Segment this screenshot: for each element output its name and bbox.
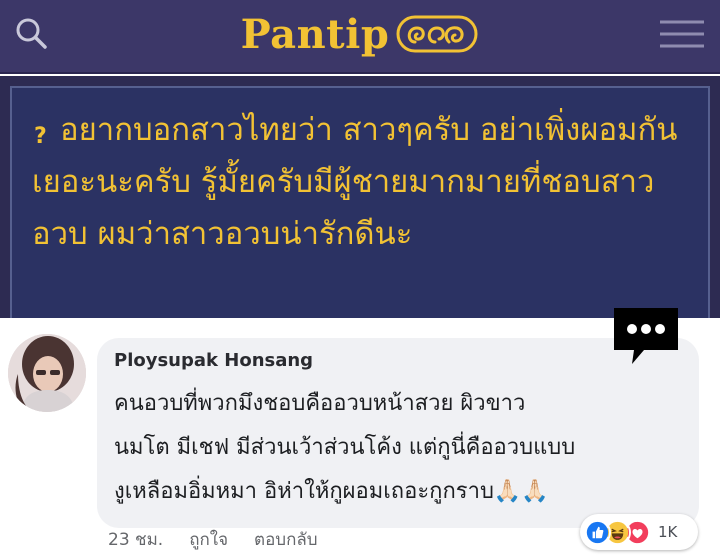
comment-author[interactable]: Ploysupak Honsang (114, 350, 313, 371)
like-reaction-icon (584, 518, 611, 546)
pantip-emblem-icon (396, 15, 478, 53)
comment-timestamp[interactable]: 23 ชม. (108, 526, 163, 553)
more-options-button[interactable] (610, 306, 682, 368)
like-action[interactable]: ถูกใจ (189, 526, 228, 553)
avatar[interactable] (8, 334, 86, 412)
comment-actions: 23 ชม. ถูกใจ ตอบกลับ (108, 525, 344, 553)
topic-card[interactable]: ? อยากบอกสาวไทยว่า สาวๆครับ อย่าเพิ่งผอม… (10, 86, 710, 326)
pantip-header: Pantip (0, 0, 720, 74)
topic-title: อยากบอกสาวไทยว่า สาวๆครับ อย่าเพิ่งผอมกั… (32, 112, 678, 252)
hamburger-menu-icon (660, 20, 704, 48)
reply-action[interactable]: ตอบกลับ (254, 526, 318, 553)
comment-line: งูเหลือมอิ่มหมา อิห่าให้กูผอมเถอะกูกราบ🙏… (114, 470, 694, 514)
facebook-comment: Ploysupak Honsang คนอวบที่พวกมึงชอบคืออว… (0, 308, 720, 559)
pantip-logo[interactable]: Pantip (0, 6, 720, 62)
praying-hands-emoji: 🙏🏻🙏🏻 (493, 479, 549, 504)
comment-line-text: งูเหลือมอิ่มหมา อิห่าให้กูผอมเถอะกูกราบ (114, 479, 494, 504)
reaction-count: 1K (658, 523, 678, 541)
avatar-image (8, 334, 86, 412)
ellipsis-chat-icon (614, 308, 678, 364)
brand-name: Pantip (240, 10, 390, 58)
comment-bubble: Ploysupak Honsang คนอวบที่พวกมึงชอบคืออว… (97, 338, 699, 528)
comment-text: คนอวบที่พวกมึงชอบคืออวบหน้าสวย ผิวขาว นม… (114, 382, 694, 514)
topic-section: ? อยากบอกสาวไทยว่า สาวๆครับ อย่าเพิ่งผอม… (0, 76, 720, 326)
comment-line: นมโต มีเชฟ มีส่วนเว้าส่วนโค้ง แต่กูนี่คื… (114, 435, 576, 460)
reaction-summary[interactable]: 1K (580, 514, 698, 550)
menu-button[interactable] (658, 16, 706, 52)
comment-line: คนอวบที่พวกมึงชอบคืออวบหน้าสวย ผิวขาว (114, 391, 526, 416)
